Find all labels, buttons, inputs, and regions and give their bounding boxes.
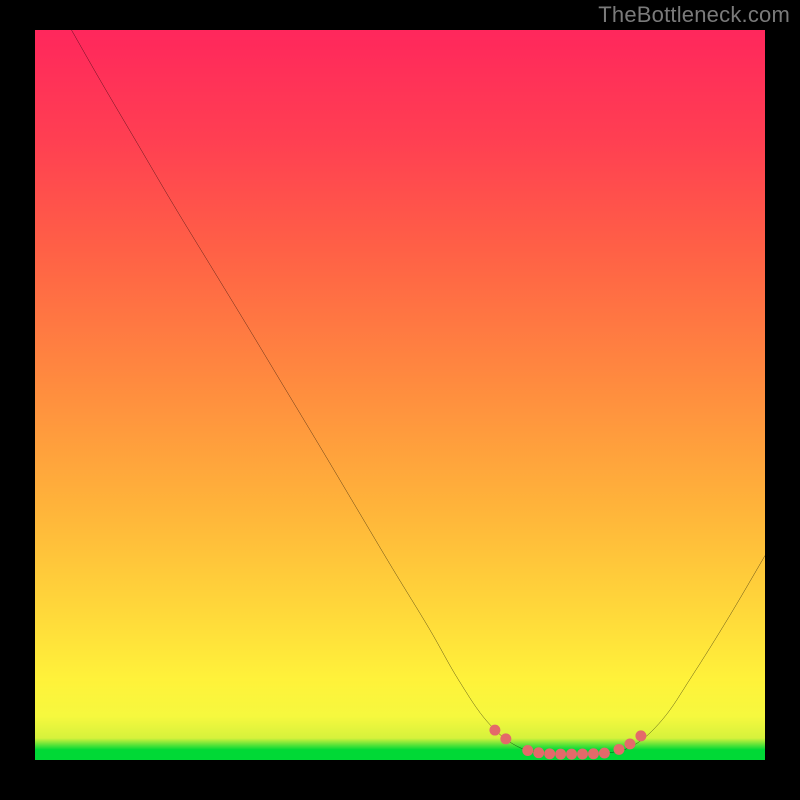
watermark-text: TheBottleneck.com [598, 2, 790, 28]
plot-area [35, 30, 765, 760]
chart-frame: TheBottleneck.com [0, 0, 800, 800]
gradient-background [35, 30, 765, 760]
